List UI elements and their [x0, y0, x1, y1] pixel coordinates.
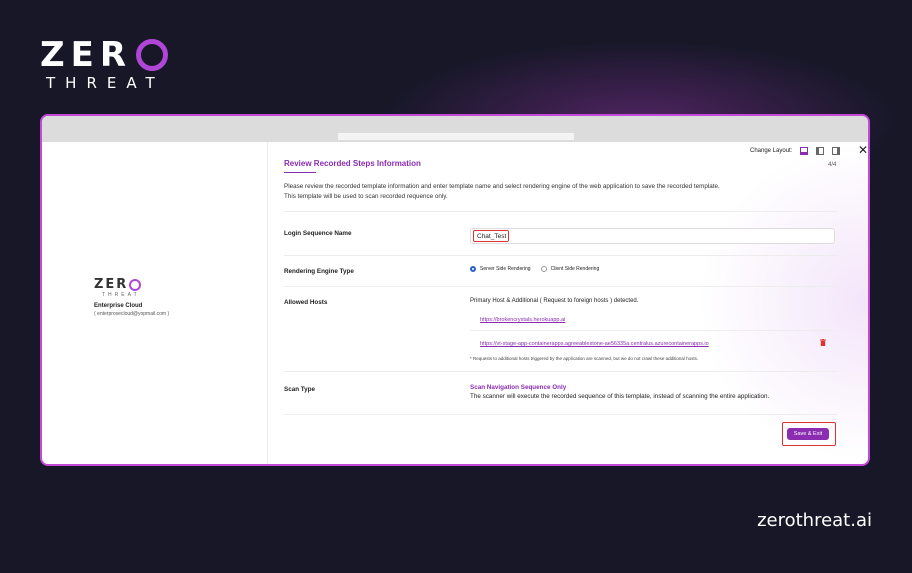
- title-underline: [284, 172, 316, 173]
- divider: [284, 414, 837, 415]
- sidebar-logo-sub: THREAT: [102, 292, 140, 298]
- rendering-engine-options: Server Side Rendering Client Side Render…: [470, 266, 609, 272]
- layout-left-icon[interactable]: [816, 147, 825, 155]
- layout-right-icon[interactable]: [832, 147, 841, 155]
- allowed-hosts-label: Allowed Hosts: [284, 299, 328, 306]
- host-link[interactable]: https://vt-stage-app-containerapps.agree…: [480, 341, 709, 347]
- brand-word: ZER: [40, 35, 133, 75]
- radio-server-side[interactable]: [470, 266, 476, 272]
- sidebar-logo-o-icon: [129, 278, 142, 291]
- brand-o-icon: [136, 39, 169, 71]
- close-icon[interactable]: ✕: [858, 144, 868, 156]
- divider: [284, 286, 837, 287]
- sidebar-logo-text: ZER: [94, 277, 129, 292]
- login-sequence-label: Login Sequence Name: [284, 230, 352, 237]
- scan-type-description: The scanner will execute the recorded se…: [470, 393, 770, 400]
- layout-bottom-icon[interactable]: [800, 147, 809, 155]
- divider: [470, 330, 837, 331]
- save-exit-button[interactable]: Save & Exit: [787, 428, 829, 440]
- login-sequence-input[interactable]: Chat_Test: [470, 228, 835, 244]
- step-counter: 4/4: [828, 162, 837, 168]
- login-sequence-value[interactable]: Chat_Test: [473, 230, 509, 242]
- trash-icon[interactable]: [820, 339, 826, 346]
- sidebar-logo: ZER THREAT: [94, 277, 142, 298]
- left-panel: ZER THREAT Enterprise Cloud ( enterprose…: [42, 142, 268, 464]
- change-layout: Change Layout:: [750, 147, 841, 155]
- rendering-engine-label: Rendering Engine Type: [284, 268, 354, 275]
- address-strip: [338, 133, 574, 140]
- description-line-1: Please review the recorded template info…: [284, 183, 720, 190]
- brand-wordmark: ZER: [40, 35, 169, 75]
- divider: [284, 211, 837, 212]
- org-email: ( enterprosecloud@yopmail.com ): [94, 311, 170, 317]
- scan-type-title: Scan Navigation Sequence Only: [470, 384, 567, 391]
- allowed-hosts-title: Primary Host & Additional ( Request to f…: [470, 298, 639, 304]
- org-name: Enterprise Cloud: [94, 303, 143, 309]
- radio-client-side[interactable]: [540, 266, 547, 272]
- section-title: Review Recorded Steps Information: [284, 159, 421, 168]
- description-line-2: This template will be used to scan recor…: [284, 193, 448, 200]
- host-link[interactable]: https://brokencrystals.herokuapp.ai: [480, 317, 565, 323]
- scan-type-label: Scan Type: [284, 386, 316, 393]
- hosts-note: * Requests to additional hosts triggered…: [470, 356, 699, 361]
- divider: [284, 255, 837, 256]
- window-top-bar: [42, 116, 868, 142]
- divider: [284, 371, 837, 372]
- section-description: Please review the recorded template info…: [284, 182, 842, 202]
- brand-logo: ZER THREAT: [40, 35, 169, 92]
- radio-client-side-label: Client Side Rendering: [550, 266, 600, 272]
- footer-site: zerothreat.ai: [757, 510, 872, 531]
- brand-subtitle: THREAT: [46, 74, 165, 92]
- sidebar-logo-word: ZER: [94, 277, 142, 292]
- radio-server-side-label: Server Side Rendering: [480, 266, 531, 272]
- change-layout-label: Change Layout:: [750, 148, 793, 154]
- app-window: ZER THREAT Enterprise Cloud ( enterprose…: [40, 114, 870, 466]
